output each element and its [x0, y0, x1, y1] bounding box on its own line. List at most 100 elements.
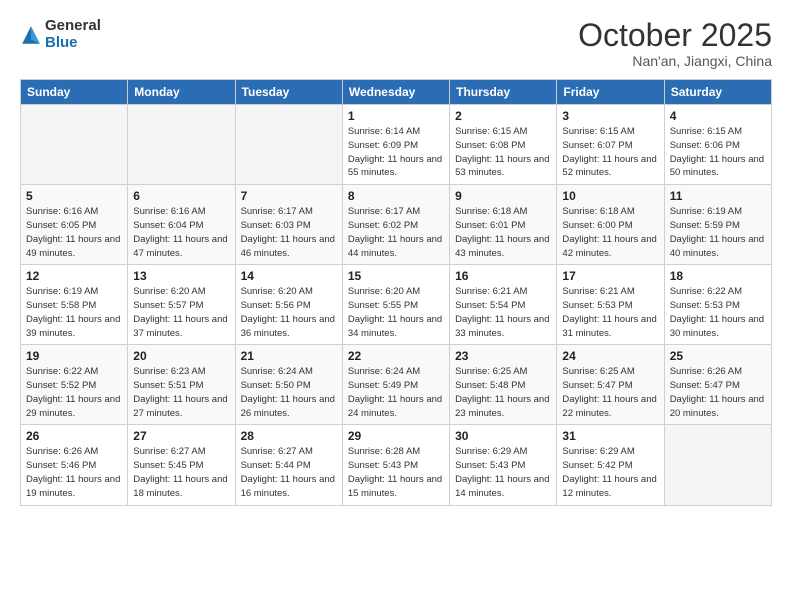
day-info: Sunrise: 6:27 AM Sunset: 5:44 PM Dayligh… [241, 445, 337, 500]
day-info: Sunrise: 6:17 AM Sunset: 6:03 PM Dayligh… [241, 205, 337, 260]
table-row: 11 Sunrise: 6:19 AM Sunset: 5:59 PM Dayli… [664, 185, 771, 265]
table-row: 12Sunrise: 6:19 AM Sunset: 5:58 PM Dayli… [21, 265, 128, 345]
day-info: Sunrise: 6:24 AM Sunset: 5:49 PM Dayligh… [348, 365, 444, 420]
table-row: 4 Sunrise: 6:15 AM Sunset: 6:06 PM Daylig… [664, 105, 771, 185]
table-row: 9 Sunrise: 6:18 AM Sunset: 6:01 PM Daylig… [450, 185, 557, 265]
weekday-header-row: Sunday Monday Tuesday Wednesday Thursday… [21, 80, 772, 105]
day-number: 9 [455, 189, 551, 203]
calendar-week-row: 26 Sunrise: 6:26 AM Sunset: 5:46 PM Dayli… [21, 425, 772, 505]
day-info: Sunrise: 6:23 AM Sunset: 5:51 PM Dayligh… [133, 365, 229, 420]
table-row: 8 Sunrise: 6:17 AM Sunset: 6:02 PM Daylig… [342, 185, 449, 265]
table-row [21, 105, 128, 185]
day-number: 28 [241, 429, 337, 443]
calendar-week-row: 12Sunrise: 6:19 AM Sunset: 5:58 PM Dayli… [21, 265, 772, 345]
table-row: 22 Sunrise: 6:24 AM Sunset: 5:49 PM Dayli… [342, 345, 449, 425]
table-row: 3 Sunrise: 6:15 AM Sunset: 6:07 PM Daylig… [557, 105, 664, 185]
day-info: Sunrise: 6:17 AM Sunset: 6:02 PM Dayligh… [348, 205, 444, 260]
day-info: Sunrise: 6:19 AM Sunset: 5:58 PM Dayligh… [26, 285, 122, 340]
day-number: 26 [26, 429, 122, 443]
title-block: October 2025 Nan'an, Jiangxi, China [578, 18, 772, 69]
day-number: 1 [348, 109, 444, 123]
day-info: Sunrise: 6:25 AM Sunset: 5:48 PM Dayligh… [455, 365, 551, 420]
table-row: 16Sunrise: 6:21 AM Sunset: 5:54 PM Dayli… [450, 265, 557, 345]
day-number: 21 [241, 349, 337, 363]
day-number: 3 [562, 109, 658, 123]
day-number: 2 [455, 109, 551, 123]
day-info: Sunrise: 6:15 AM Sunset: 6:06 PM Dayligh… [670, 125, 766, 180]
day-number: 6 [133, 189, 229, 203]
table-row: 20 Sunrise: 6:23 AM Sunset: 5:51 PM Dayli… [128, 345, 235, 425]
day-number: 27 [133, 429, 229, 443]
table-row: 23 Sunrise: 6:25 AM Sunset: 5:48 PM Dayli… [450, 345, 557, 425]
day-info: Sunrise: 6:15 AM Sunset: 6:07 PM Dayligh… [562, 125, 658, 180]
header-thursday: Thursday [450, 80, 557, 105]
calendar-week-row: 5Sunrise: 6:16 AM Sunset: 6:05 PM Daylig… [21, 185, 772, 265]
day-info: Sunrise: 6:19 AM Sunset: 5:59 PM Dayligh… [670, 205, 766, 260]
day-info: Sunrise: 6:15 AM Sunset: 6:08 PM Dayligh… [455, 125, 551, 180]
table-row: 6Sunrise: 6:16 AM Sunset: 6:04 PM Daylig… [128, 185, 235, 265]
day-number: 18 [670, 269, 766, 283]
day-info: Sunrise: 6:18 AM Sunset: 6:00 PM Dayligh… [562, 205, 658, 260]
table-row: 10Sunrise: 6:18 AM Sunset: 6:00 PM Dayli… [557, 185, 664, 265]
header-friday: Friday [557, 80, 664, 105]
day-number: 19 [26, 349, 122, 363]
calendar-page: General Blue October 2025 Nan'an, Jiangx… [0, 0, 792, 612]
day-info: Sunrise: 6:26 AM Sunset: 5:46 PM Dayligh… [26, 445, 122, 500]
location: Nan'an, Jiangxi, China [578, 53, 772, 69]
day-info: Sunrise: 6:29 AM Sunset: 5:42 PM Dayligh… [562, 445, 658, 500]
logo-blue-text: Blue [45, 35, 101, 52]
table-row: 30Sunrise: 6:29 AM Sunset: 5:43 PM Dayli… [450, 425, 557, 505]
day-number: 4 [670, 109, 766, 123]
day-number: 14 [241, 269, 337, 283]
table-row: 27 Sunrise: 6:27 AM Sunset: 5:45 PM Dayli… [128, 425, 235, 505]
day-number: 24 [562, 349, 658, 363]
header-tuesday: Tuesday [235, 80, 342, 105]
table-row: 18Sunrise: 6:22 AM Sunset: 5:53 PM Dayli… [664, 265, 771, 345]
day-info: Sunrise: 6:29 AM Sunset: 5:43 PM Dayligh… [455, 445, 551, 500]
day-info: Sunrise: 6:16 AM Sunset: 6:05 PM Dayligh… [26, 205, 122, 260]
table-row: 29Sunrise: 6:28 AM Sunset: 5:43 PM Dayli… [342, 425, 449, 505]
calendar-table: Sunday Monday Tuesday Wednesday Thursday… [20, 79, 772, 505]
header: General Blue October 2025 Nan'an, Jiangx… [20, 18, 772, 69]
day-info: Sunrise: 6:20 AM Sunset: 5:56 PM Dayligh… [241, 285, 337, 340]
day-info: Sunrise: 6:18 AM Sunset: 6:01 PM Dayligh… [455, 205, 551, 260]
day-number: 15 [348, 269, 444, 283]
day-number: 7 [241, 189, 337, 203]
table-row: 15Sunrise: 6:20 AM Sunset: 5:55 PM Dayli… [342, 265, 449, 345]
table-row [664, 425, 771, 505]
day-number: 13 [133, 269, 229, 283]
day-info: Sunrise: 6:25 AM Sunset: 5:47 PM Dayligh… [562, 365, 658, 420]
day-number: 11 [670, 189, 766, 203]
day-info: Sunrise: 6:21 AM Sunset: 5:53 PM Dayligh… [562, 285, 658, 340]
day-info: Sunrise: 6:20 AM Sunset: 5:57 PM Dayligh… [133, 285, 229, 340]
table-row: 2 Sunrise: 6:15 AM Sunset: 6:08 PM Daylig… [450, 105, 557, 185]
header-sunday: Sunday [21, 80, 128, 105]
table-row: 24 Sunrise: 6:25 AM Sunset: 5:47 PM Dayli… [557, 345, 664, 425]
header-monday: Monday [128, 80, 235, 105]
day-number: 25 [670, 349, 766, 363]
day-info: Sunrise: 6:28 AM Sunset: 5:43 PM Dayligh… [348, 445, 444, 500]
day-info: Sunrise: 6:27 AM Sunset: 5:45 PM Dayligh… [133, 445, 229, 500]
table-row: 26 Sunrise: 6:26 AM Sunset: 5:46 PM Dayli… [21, 425, 128, 505]
day-info: Sunrise: 6:24 AM Sunset: 5:50 PM Dayligh… [241, 365, 337, 420]
logo-icon [20, 24, 42, 46]
day-number: 8 [348, 189, 444, 203]
day-info: Sunrise: 6:26 AM Sunset: 5:47 PM Dayligh… [670, 365, 766, 420]
table-row: 1Sunrise: 6:14 AM Sunset: 6:09 PM Daylig… [342, 105, 449, 185]
table-row: 5Sunrise: 6:16 AM Sunset: 6:05 PM Daylig… [21, 185, 128, 265]
table-row: 14 Sunrise: 6:20 AM Sunset: 5:56 PM Dayli… [235, 265, 342, 345]
day-info: Sunrise: 6:22 AM Sunset: 5:52 PM Dayligh… [26, 365, 122, 420]
table-row: 25 Sunrise: 6:26 AM Sunset: 5:47 PM Dayli… [664, 345, 771, 425]
day-number: 20 [133, 349, 229, 363]
day-number: 23 [455, 349, 551, 363]
day-number: 22 [348, 349, 444, 363]
table-row: 19 Sunrise: 6:22 AM Sunset: 5:52 PM Dayli… [21, 345, 128, 425]
table-row: 13 Sunrise: 6:20 AM Sunset: 5:57 PM Dayli… [128, 265, 235, 345]
calendar-week-row: 19 Sunrise: 6:22 AM Sunset: 5:52 PM Dayli… [21, 345, 772, 425]
calendar-week-row: 1Sunrise: 6:14 AM Sunset: 6:09 PM Daylig… [21, 105, 772, 185]
table-row: 31 Sunrise: 6:29 AM Sunset: 5:42 PM Dayli… [557, 425, 664, 505]
logo: General Blue [20, 18, 101, 51]
table-row: 17Sunrise: 6:21 AM Sunset: 5:53 PM Dayli… [557, 265, 664, 345]
day-number: 31 [562, 429, 658, 443]
table-row: 7 Sunrise: 6:17 AM Sunset: 6:03 PM Daylig… [235, 185, 342, 265]
